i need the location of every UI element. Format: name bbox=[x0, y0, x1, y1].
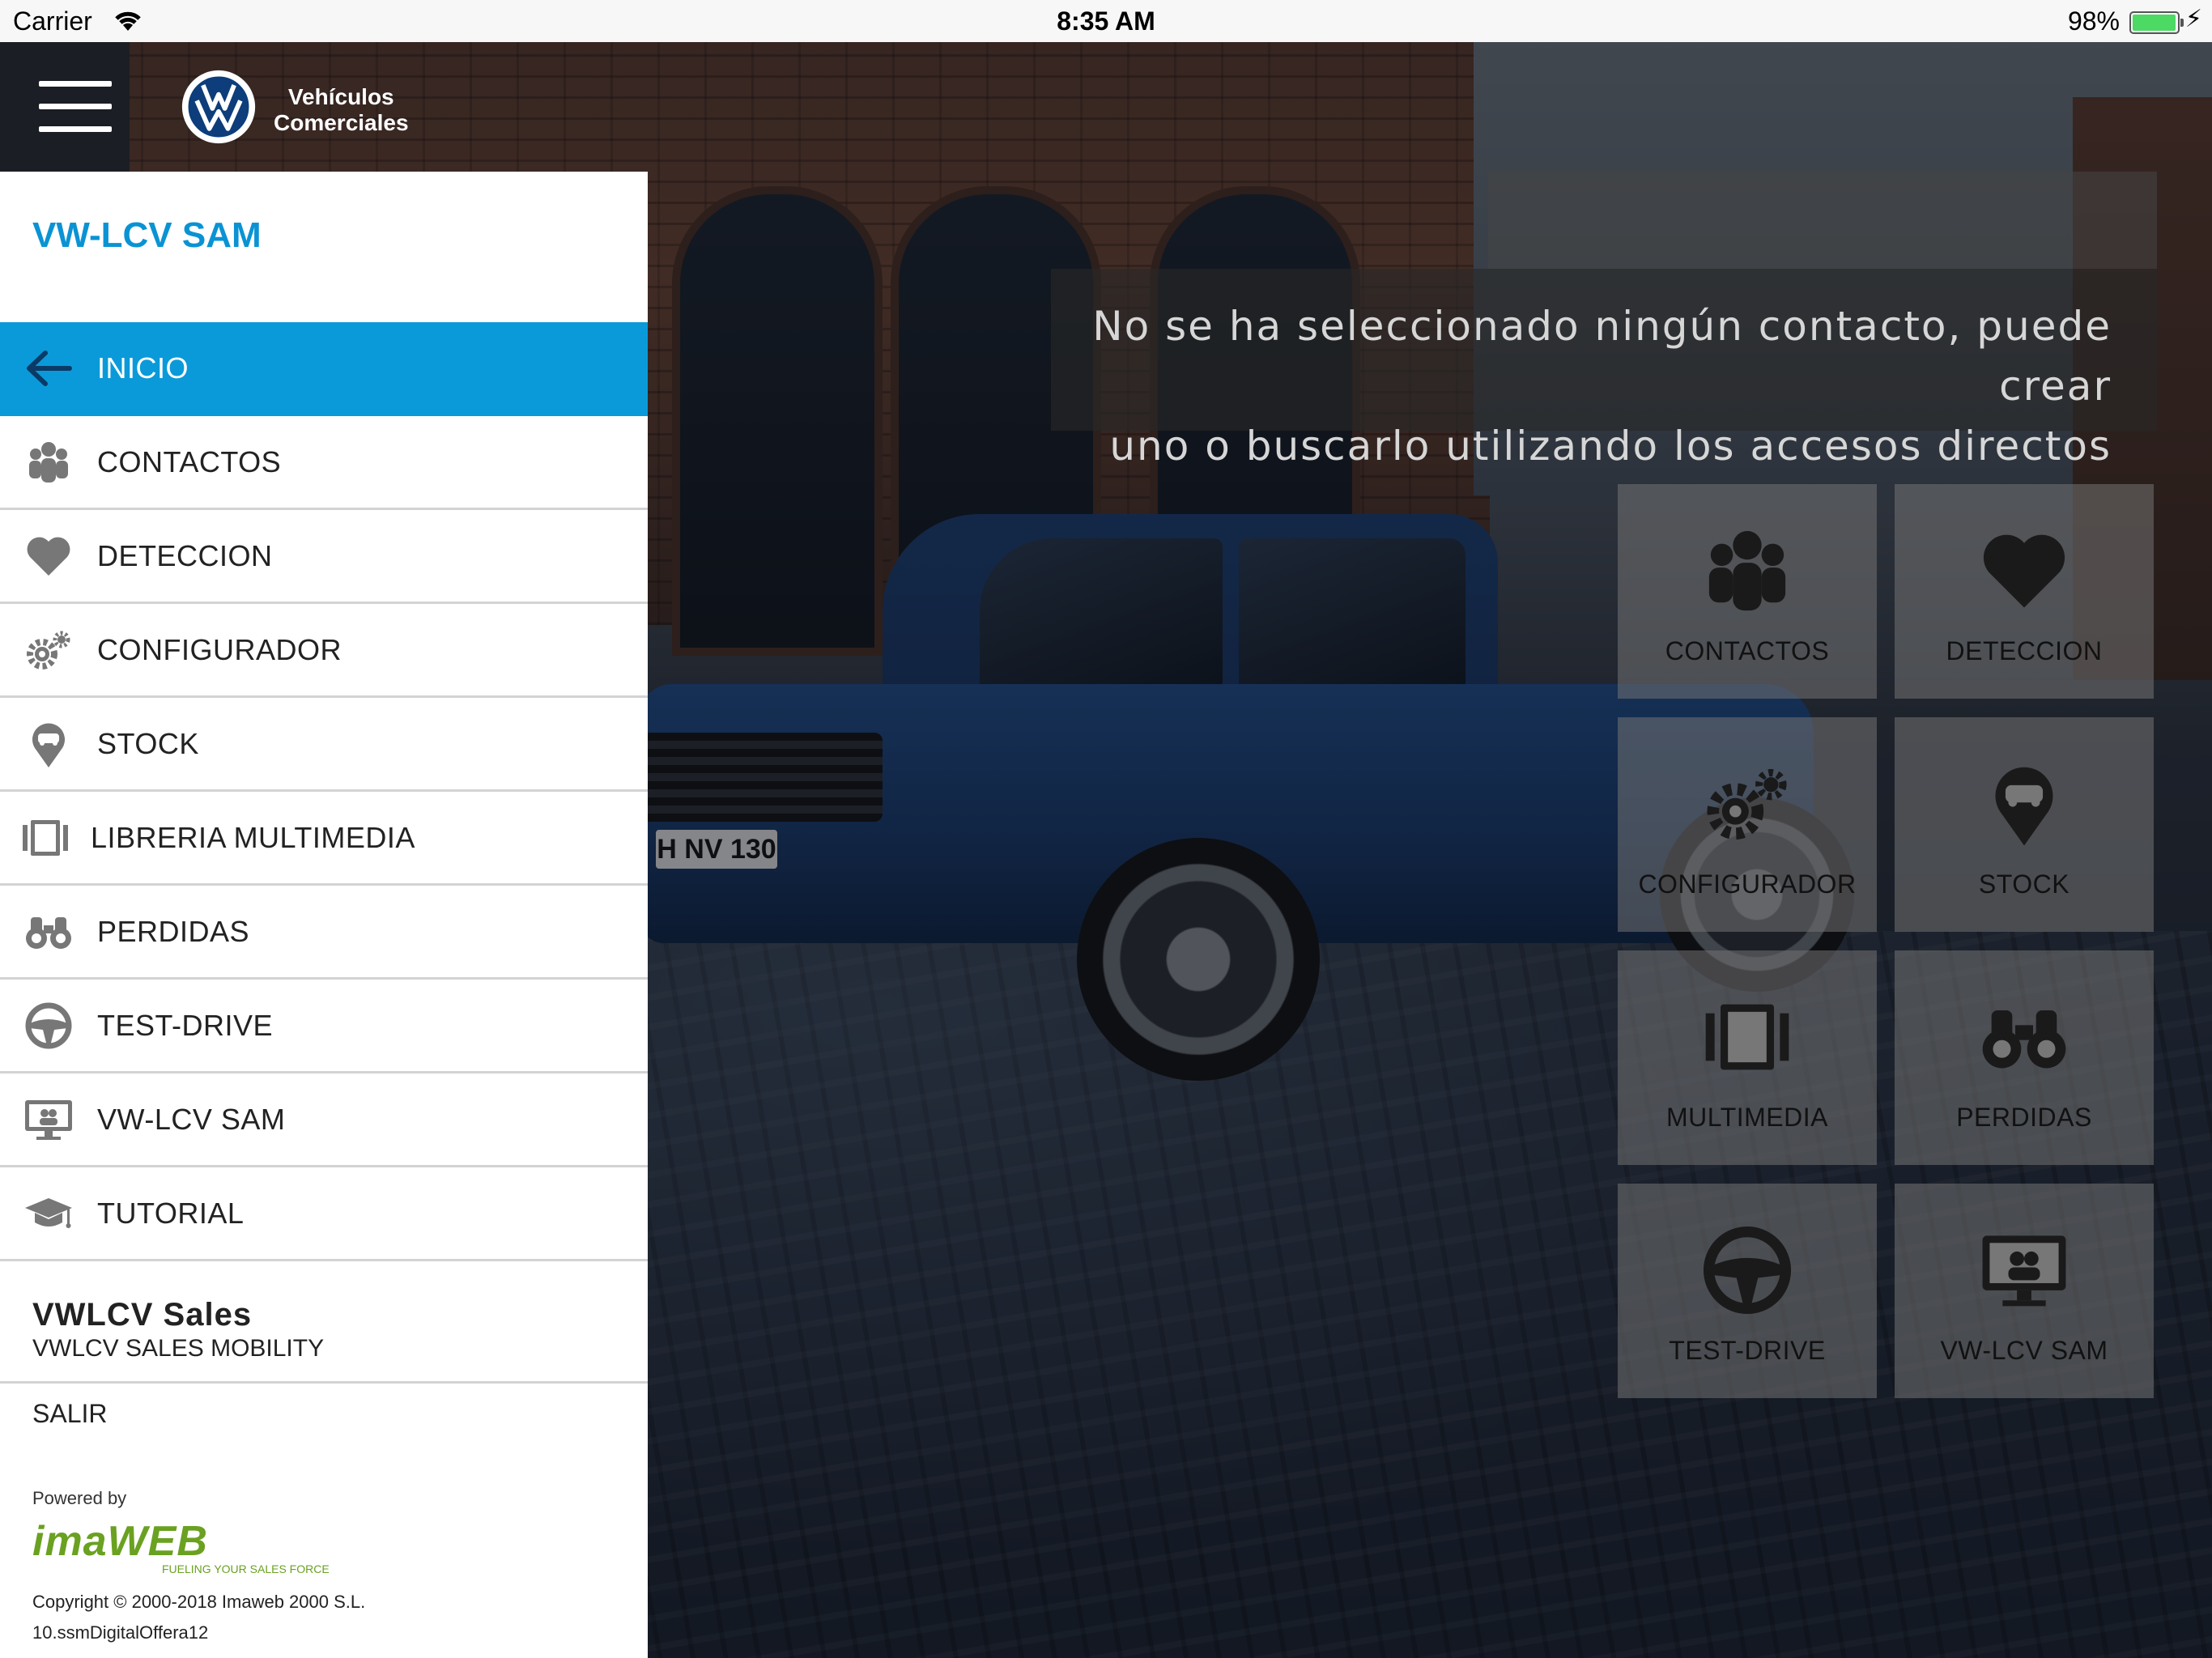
sidebar-item-deteccion[interactable]: DETECCION bbox=[0, 510, 648, 604]
status-bar: Carrier 8:35 AM 98% ⚡ bbox=[0, 0, 2212, 42]
film-icon bbox=[1699, 993, 1796, 1082]
shortcut-stock[interactable]: STOCK bbox=[1895, 717, 2154, 932]
clock: 8:35 AM bbox=[1057, 6, 1155, 36]
sidebar-item-perdidas[interactable]: PERDIDAS bbox=[0, 886, 648, 980]
powered-by-label: Powered by bbox=[32, 1488, 127, 1508]
shortcut-label: MULTIMEDIA bbox=[1666, 1103, 1828, 1132]
imaweb-logo: imaWEB FUELING YOUR SALES FORCE bbox=[32, 1518, 330, 1575]
film-icon bbox=[0, 792, 91, 883]
shortcut-test-drive[interactable]: TEST-DRIVE bbox=[1618, 1184, 1877, 1398]
logout-button[interactable]: SALIR bbox=[32, 1399, 107, 1429]
shortcut-label: DETECCION bbox=[1946, 636, 2103, 665]
binoculars-icon bbox=[0, 886, 97, 977]
sidebar-item-label: INICIO bbox=[97, 351, 189, 385]
steering-wheel-icon bbox=[1699, 1226, 1796, 1315]
car-pin-icon bbox=[1976, 759, 2073, 848]
shortcut-contactos[interactable]: CONTACTOS bbox=[1618, 484, 1877, 699]
user-info: VWLCV Sales VWLCV SALES MOBILITY bbox=[32, 1297, 324, 1363]
heart-icon bbox=[1976, 526, 2073, 615]
monitor-icon bbox=[0, 1073, 97, 1165]
sidebar-item-label: LIBRERIA MULTIMEDIA bbox=[91, 820, 415, 854]
sidebar-item-tutorial[interactable]: TUTORIAL bbox=[0, 1167, 648, 1261]
car-pin-icon bbox=[0, 698, 97, 789]
shortcut-label: CONTACTOS bbox=[1665, 636, 1830, 665]
shortcut-multimedia[interactable]: MULTIMEDIA bbox=[1618, 950, 1877, 1165]
sidebar-item-libreria-multimedia[interactable]: LIBRERIA MULTIMEDIA bbox=[0, 792, 648, 886]
sidebar-item-label: TEST-DRIVE bbox=[97, 1008, 274, 1042]
sidebar-item-label: CONFIGURADOR bbox=[97, 632, 342, 666]
hamburger-menu-icon[interactable] bbox=[0, 42, 130, 172]
charging-bolt-icon: ⚡ bbox=[2184, 6, 2202, 32]
banner-header bbox=[1488, 172, 2157, 269]
battery-icon bbox=[2129, 11, 2184, 34]
sidebar-item-vw-lcv-sam[interactable]: VW-LCV SAM bbox=[0, 1073, 648, 1167]
shortcut-deteccion[interactable]: DETECCION bbox=[1895, 484, 2154, 699]
people-group-icon bbox=[0, 416, 97, 508]
sidebar-item-label: TUTORIAL bbox=[97, 1196, 245, 1230]
shortcut-vw-lcv-sam[interactable]: VW-LCV SAM bbox=[1895, 1184, 2154, 1398]
vw-logo-icon bbox=[181, 70, 256, 144]
user-name: VWLCV Sales bbox=[32, 1297, 253, 1333]
shortcut-perdidas[interactable]: PERDIDAS bbox=[1895, 950, 2154, 1165]
app-title: VW-LCV SAM bbox=[32, 215, 262, 255]
app-header: Vehículos Comerciales bbox=[0, 42, 648, 172]
sidebar-item-stock[interactable]: STOCK bbox=[0, 698, 648, 792]
shortcut-label: CONFIGURADOR bbox=[1638, 869, 1857, 899]
version-label: 10.ssmDigitalOffera12 bbox=[32, 1622, 209, 1643]
people-group-icon bbox=[1699, 526, 1796, 615]
binoculars-icon bbox=[1976, 993, 2073, 1082]
battery-percent: 98% bbox=[2067, 6, 2120, 36]
back-arrow-icon bbox=[0, 322, 97, 414]
side-menu: VW-LCV SAM INICIO CONTACTOS DETECCION CO… bbox=[0, 172, 648, 1658]
sidebar-item-inicio[interactable]: INICIO bbox=[0, 322, 648, 416]
nav-list: INICIO CONTACTOS DETECCION CONFIGURADOR … bbox=[0, 322, 648, 1261]
steering-wheel-icon bbox=[0, 980, 97, 1071]
sidebar-item-label: CONTACTOS bbox=[97, 444, 282, 478]
gears-icon bbox=[1699, 759, 1796, 848]
graduation-cap-icon bbox=[0, 1167, 97, 1259]
shortcut-label: STOCK bbox=[1978, 869, 2070, 899]
shortcut-label: VW-LCV SAM bbox=[1940, 1336, 2108, 1365]
sidebar-item-configurador[interactable]: CONFIGURADOR bbox=[0, 604, 648, 698]
copyright: Copyright © 2000-2018 Imaweb 2000 S.L. 1… bbox=[32, 1587, 365, 1648]
heart-icon bbox=[0, 510, 97, 602]
sidebar-item-label: STOCK bbox=[97, 726, 199, 760]
user-subtitle: VWLCV SALES MOBILITY bbox=[32, 1335, 325, 1362]
sidebar-item-contactos[interactable]: CONTACTOS bbox=[0, 416, 648, 510]
monitor-icon bbox=[1976, 1226, 2073, 1315]
no-contact-message: No se ha seleccionado ningún contacto, p… bbox=[1051, 269, 2157, 470]
gears-icon bbox=[0, 604, 97, 695]
sidebar-item-label: VW-LCV SAM bbox=[97, 1102, 286, 1136]
shortcut-label: PERDIDAS bbox=[1956, 1103, 2092, 1132]
shortcut-configurador[interactable]: CONFIGURADOR bbox=[1618, 717, 1877, 932]
shortcut-label: TEST-DRIVE bbox=[1669, 1336, 1826, 1365]
sidebar-item-label: DETECCION bbox=[97, 538, 273, 572]
brand-name: Vehículos Comerciales bbox=[274, 84, 409, 135]
sidebar-item-test-drive[interactable]: TEST-DRIVE bbox=[0, 980, 648, 1073]
sidebar-item-label: PERDIDAS bbox=[97, 914, 250, 948]
divider bbox=[0, 1381, 648, 1384]
